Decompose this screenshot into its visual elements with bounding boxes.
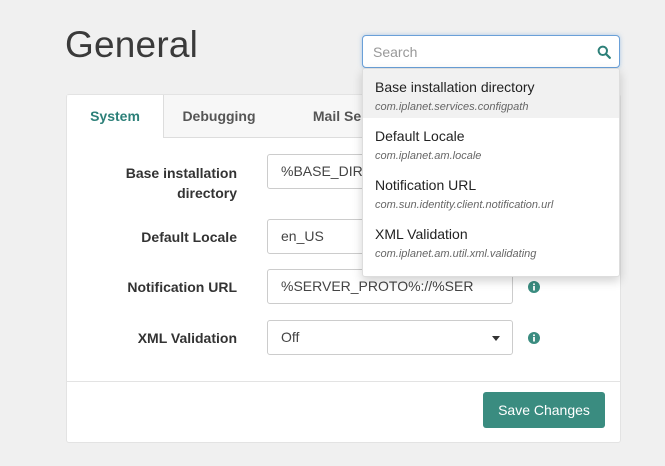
search-result-item[interactable]: Base installation directory com.iplanet.… — [363, 69, 619, 118]
page-title: General — [65, 24, 199, 65]
xml-validation-selected-value: Off — [281, 329, 300, 345]
tab-debugging[interactable]: Debugging — [164, 95, 274, 137]
search-result-subtitle: com.iplanet.services.configpath — [375, 101, 529, 113]
field-label-default-locale: Default Locale — [141, 229, 237, 245]
search-box[interactable] — [362, 35, 620, 68]
field-label-line: Base installation — [125, 165, 237, 181]
field-label-base-installation-directory: Base installation directory — [77, 163, 237, 203]
info-icon[interactable] — [528, 332, 540, 344]
search-result-item[interactable]: XML Validation com.iplanet.am.util.xml.v… — [363, 216, 619, 265]
search-result-title: Base installation directory — [375, 79, 535, 95]
search-result-title: Notification URL — [375, 177, 477, 193]
field-label-line: directory — [177, 185, 237, 201]
search-result-subtitle: com.iplanet.am.util.xml.validating — [375, 248, 537, 260]
search-icon[interactable] — [597, 45, 611, 59]
field-label-xml-validation: XML Validation — [137, 330, 237, 346]
field-label-notification-url: Notification URL — [127, 279, 237, 295]
search-input[interactable] — [373, 36, 588, 67]
search-results-dropdown: Base installation directory com.iplanet.… — [362, 68, 620, 277]
search-result-subtitle: com.sun.identity.client.notification.url — [375, 199, 554, 211]
tab-system[interactable]: System — [67, 95, 164, 138]
search-result-item[interactable]: Notification URL com.sun.identity.client… — [363, 167, 619, 216]
search-result-item[interactable]: Default Locale com.iplanet.am.locale — [363, 118, 619, 167]
panel-footer: Save Changes — [67, 381, 620, 442]
search-result-title: Default Locale — [375, 128, 465, 144]
search-result-subtitle: com.iplanet.am.locale — [375, 150, 482, 162]
save-changes-button[interactable]: Save Changes — [483, 392, 605, 428]
xml-validation-select[interactable]: Off — [267, 320, 513, 355]
search-result-title: XML Validation — [375, 226, 468, 242]
chevron-down-icon — [492, 336, 500, 341]
info-icon[interactable] — [528, 281, 540, 293]
